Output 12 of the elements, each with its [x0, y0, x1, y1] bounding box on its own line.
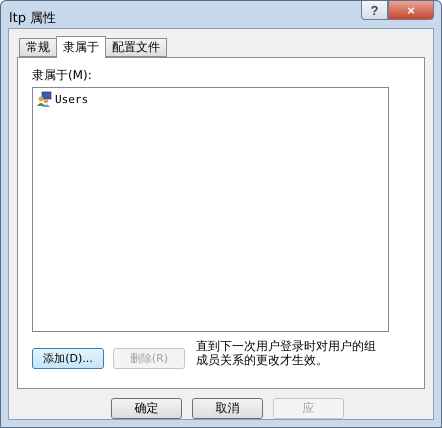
list-item[interactable]: Users: [36, 90, 92, 108]
tab[interactable]: 配置文件: [105, 38, 167, 57]
tab[interactable]: 隶属于: [56, 36, 106, 58]
add-button[interactable]: 添加(D)...: [32, 348, 104, 369]
note-text: 直到下一次用户登录时对用户的组成员关系的更改才生效。: [196, 339, 377, 367]
dialog-button[interactable]: 确定: [111, 398, 182, 419]
dialog-button[interactable]: 取消: [192, 398, 263, 419]
help-button[interactable]: ?: [361, 1, 388, 20]
users-icon: [36, 91, 52, 107]
tab[interactable]: 常规: [19, 38, 57, 57]
list-label: 隶属于(M):: [32, 67, 93, 84]
window-title: ltp 属性: [9, 10, 56, 27]
